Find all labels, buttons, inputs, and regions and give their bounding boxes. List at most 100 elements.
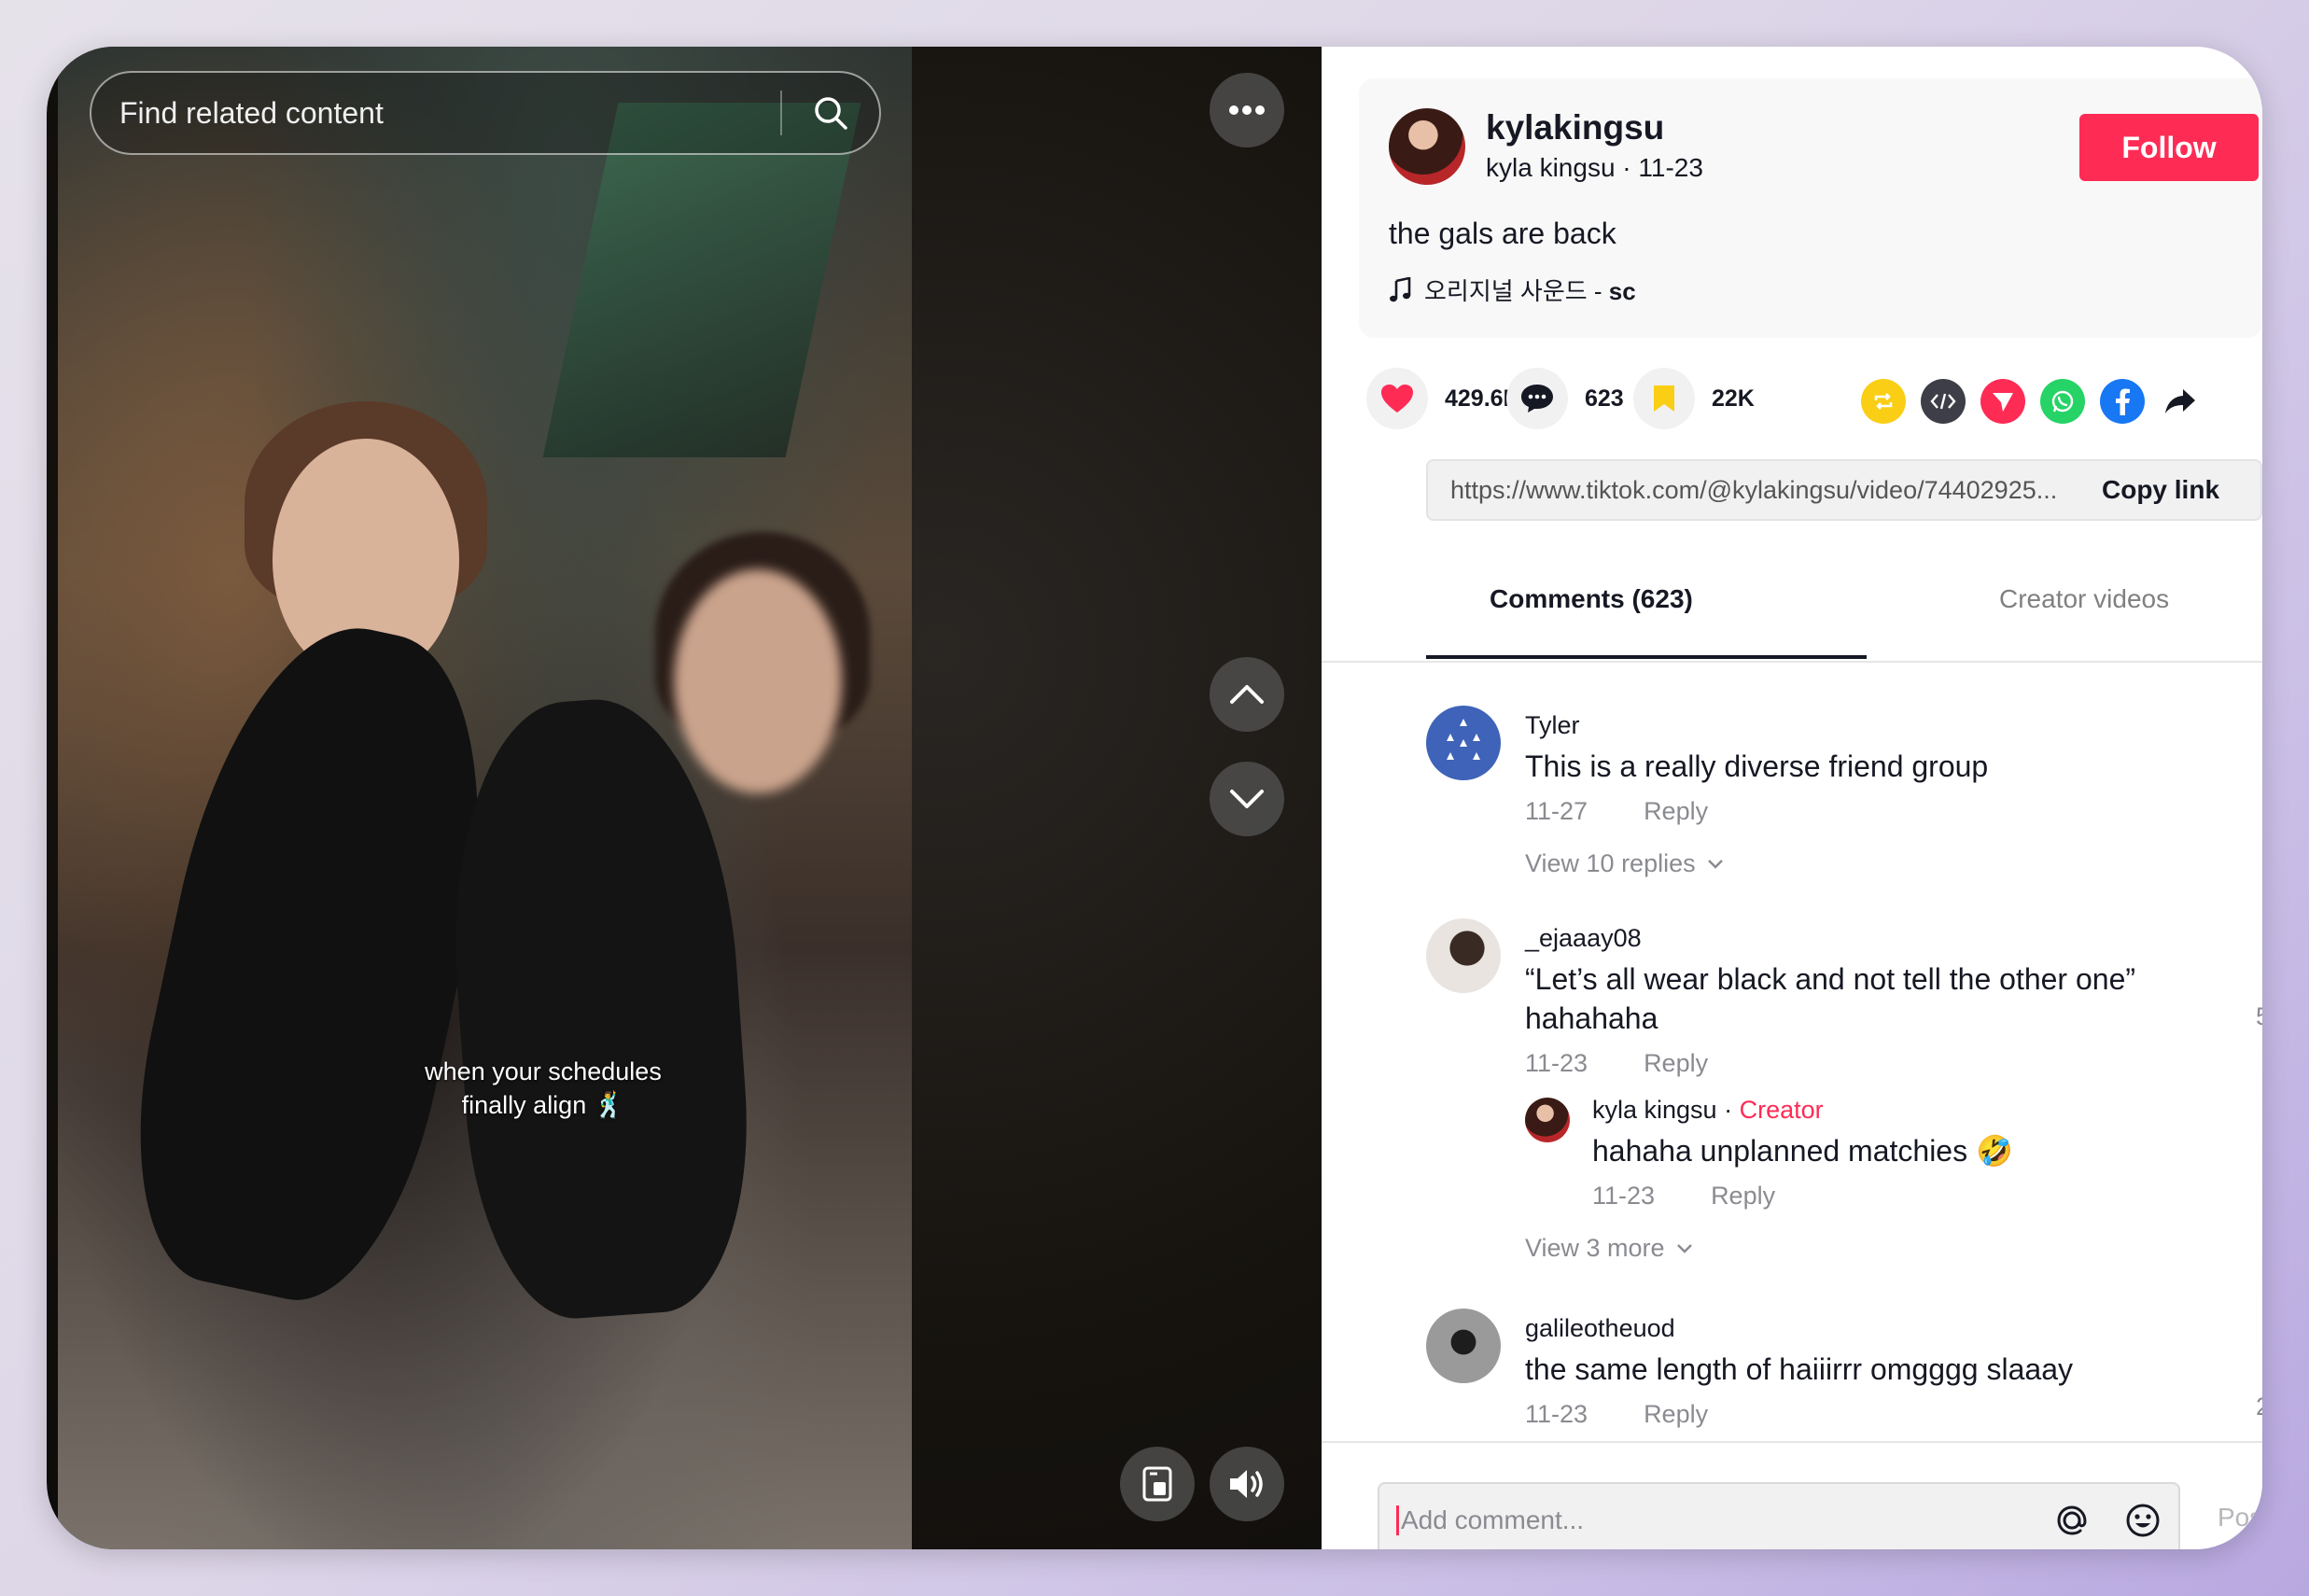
video-figure: [674, 569, 842, 793]
like-action[interactable]: 429.6K: [1366, 368, 1520, 429]
floating-player-button[interactable]: [1120, 1447, 1195, 1521]
commenter-name[interactable]: galileotheuod: [1525, 1314, 1675, 1343]
more-options-button[interactable]: [1210, 73, 1284, 147]
copy-link-button[interactable]: Copy link: [2102, 475, 2260, 505]
author-subline: kyla kingsu · 11-23: [1486, 153, 1703, 183]
comment-list[interactable]: Tyler This is a really diverse friend gr…: [1322, 663, 2262, 1442]
reply-author-name[interactable]: kyla kingsu: [1592, 1096, 1717, 1124]
reply-button[interactable]: Reply: [1644, 797, 1708, 825]
reply-button[interactable]: Reply: [1711, 1182, 1775, 1210]
comment-button[interactable]: [1506, 368, 1568, 429]
comment-date: 11-27: [1525, 797, 1588, 825]
music-note-icon: [1390, 276, 1411, 301]
volume-icon: [1230, 1470, 1263, 1498]
volume-button[interactable]: [1210, 1447, 1284, 1521]
comment-text: This is a really diverse friend group: [1525, 749, 1989, 783]
chevron-down-icon: [1230, 790, 1264, 808]
music-link[interactable]: 오리지널 사운드 - sc: [1389, 273, 1636, 307]
reply-text: hahaha unplanned matchies 🤣: [1592, 1134, 2013, 1168]
comment-input-box[interactable]: Add comment...: [1378, 1482, 2180, 1549]
reply-avatar[interactable]: [1525, 1098, 1570, 1142]
send-icon[interactable]: [1980, 379, 2025, 424]
author-username[interactable]: kylakingsu: [1486, 108, 1664, 147]
comment-text-line: hahahaha: [1525, 1001, 1658, 1035]
video-description: the gals are back: [1389, 217, 1616, 250]
comment-date: 11-23: [1525, 1049, 1588, 1077]
mention-icon[interactable]: [2036, 1502, 2107, 1539]
comment-like[interactable]: 5384: [2251, 965, 2262, 1031]
embed-icon[interactable]: [1921, 379, 1966, 424]
video-frame[interactable]: when your schedules finally align 🕺: [58, 47, 912, 1549]
author-avatar[interactable]: [1389, 108, 1465, 185]
bookmark-icon: [1654, 385, 1674, 412]
comment-like[interactable]: 2336: [2251, 1355, 2262, 1421]
comment-like-count: 5384: [2256, 1002, 2262, 1030]
music-separator: -: [1587, 277, 1609, 305]
view-more-replies-button[interactable]: View 3 more: [1525, 1234, 1693, 1263]
save-action[interactable]: 22K: [1633, 368, 1755, 429]
comment-action[interactable]: 623: [1506, 368, 1624, 429]
music-artist: sc: [1608, 277, 1636, 305]
comment-bubble-icon: [1521, 385, 1553, 413]
search-icon[interactable]: [782, 73, 879, 153]
video-caption: when your schedules finally align 🕺: [366, 1055, 721, 1122]
separator-dot: ·: [1622, 153, 1639, 182]
view-replies-label: View 10 replies: [1525, 849, 1696, 877]
save-button[interactable]: [1633, 368, 1695, 429]
share-arrow-icon[interactable]: [2158, 379, 2203, 424]
action-bar: 429.6K 623 22K: [1366, 368, 2262, 431]
reply-like[interactable]: 476: [2251, 1135, 2262, 1201]
comment-count: 623: [1585, 385, 1624, 412]
side-panel: kylakingsu kyla kingsu · 11-23 Follow th…: [1322, 47, 2262, 1549]
chevron-down-icon: [1676, 1243, 1692, 1253]
panel-tabs: Comments (623) Creator videos: [1322, 551, 2262, 663]
video-info-card: kylakingsu kyla kingsu · 11-23 Follow th…: [1359, 78, 2262, 338]
heart-icon: [1381, 385, 1413, 413]
commenter-name[interactable]: Tyler: [1525, 711, 1580, 740]
repost-icon[interactable]: [1861, 379, 1906, 424]
previous-video-button[interactable]: [1210, 657, 1284, 732]
reply-meta: 11-23 Reply: [1592, 1182, 1775, 1211]
reply-button[interactable]: Reply: [1644, 1049, 1708, 1077]
reply-date: 11-23: [1592, 1182, 1656, 1210]
save-count: 22K: [1712, 385, 1755, 412]
comment-text: the same length of haiiirrr omgggg slaaa…: [1525, 1352, 2073, 1386]
commenter-avatar[interactable]: [1426, 1309, 1501, 1383]
comment-like[interactable]: 262: [2251, 752, 2262, 819]
like-button[interactable]: [1366, 368, 1428, 429]
app-window: when your schedules finally align 🕺 Find…: [47, 47, 2262, 1549]
video-url[interactable]: https://www.tiktok.com/@kylakingsu/video…: [1428, 476, 2102, 505]
commenter-name[interactable]: _ejaaay08: [1525, 924, 1642, 953]
music-name: 오리지널 사운드: [1424, 277, 1588, 305]
chevron-up-icon: [1230, 685, 1264, 704]
comment-meta: 11-27 Reply: [1525, 797, 1708, 826]
tab-comments[interactable]: Comments (623): [1490, 584, 1693, 614]
author-display-name[interactable]: kyla kingsu: [1486, 153, 1616, 182]
follow-button[interactable]: Follow: [2079, 114, 2259, 181]
video-background: [542, 103, 861, 457]
chevron-down-icon: [1707, 859, 1723, 869]
search-input[interactable]: Find related content: [91, 96, 780, 131]
caption-line: finally align 🕺: [461, 1091, 625, 1119]
emoji-icon[interactable]: [2107, 1502, 2178, 1539]
facebook-icon[interactable]: [2100, 379, 2145, 424]
whatsapp-icon[interactable]: [2040, 379, 2085, 424]
comment-composer: Add comment... Post: [1322, 1441, 2262, 1549]
post-comment-button[interactable]: Post: [2218, 1503, 2262, 1533]
comment-meta: 11-23 Reply: [1525, 1049, 1708, 1078]
creator-badge: Creator: [1739, 1096, 1824, 1124]
comment-input[interactable]: Add comment...: [1396, 1505, 2036, 1535]
next-video-button[interactable]: [1210, 762, 1284, 836]
commenter-avatar[interactable]: [1426, 706, 1501, 780]
view-replies-button[interactable]: View 10 replies: [1525, 849, 1724, 878]
reply-button[interactable]: Reply: [1644, 1400, 1708, 1428]
more-icon: [1229, 105, 1265, 115]
comment-like-count: 2336: [2256, 1393, 2262, 1421]
comment-text-line: “Let’s all wear black and not tell the o…: [1525, 962, 2136, 996]
video-player[interactable]: when your schedules finally align 🕺 Find…: [47, 47, 1322, 1549]
tab-creator-videos[interactable]: Creator videos: [1999, 584, 2169, 614]
commenter-avatar[interactable]: [1426, 918, 1501, 993]
find-related-search[interactable]: Find related content: [90, 71, 881, 155]
caption-line: when your schedules: [425, 1057, 662, 1085]
separator-dot: ·: [1716, 1096, 1740, 1124]
